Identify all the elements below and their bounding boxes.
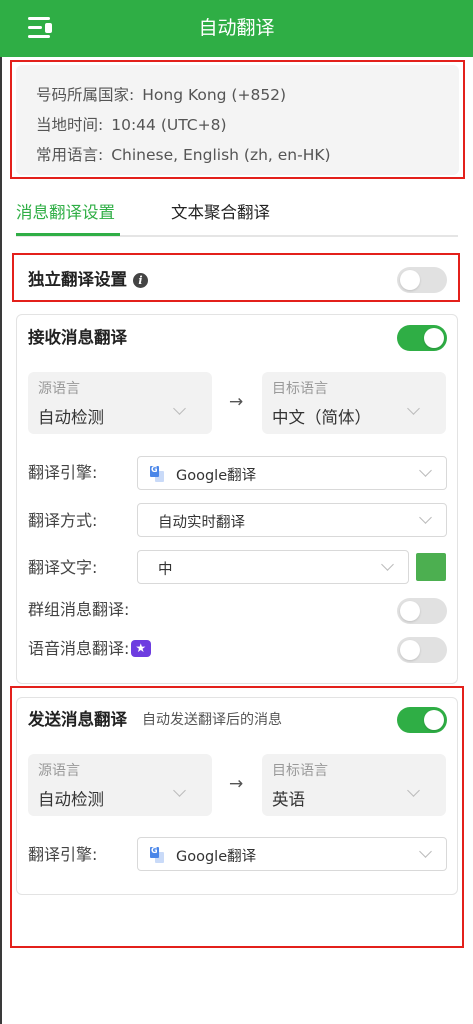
source-language-value: 自动检测 bbox=[38, 790, 104, 809]
language-value: Chinese, English (zh, en-HK) bbox=[111, 146, 331, 164]
arrow-right-icon: → bbox=[229, 774, 244, 794]
send-source-language-select[interactable]: 源语言 自动检测 bbox=[28, 754, 212, 816]
source-language-value: 自动检测 bbox=[38, 408, 104, 427]
receive-translation-title: 接收消息翻译 bbox=[28, 328, 127, 347]
translation-mode-label: 翻译方式: bbox=[28, 511, 98, 530]
arrow-right-icon: → bbox=[229, 392, 244, 412]
voice-message-translation-toggle[interactable] bbox=[397, 637, 447, 663]
language-label: 常用语言: bbox=[36, 146, 104, 164]
translation-text-select[interactable]: 中 bbox=[137, 550, 409, 584]
app-header: 自动翻译 bbox=[0, 0, 473, 57]
language-row: 常用语言: Chinese, English (zh, en-HK) bbox=[36, 144, 331, 166]
receive-source-language-select[interactable]: 源语言 自动检测 bbox=[28, 372, 212, 434]
text-color-swatch[interactable] bbox=[416, 553, 446, 581]
group-message-translation-toggle[interactable] bbox=[397, 598, 447, 624]
google-translate-icon bbox=[150, 846, 164, 863]
receive-translation-toggle[interactable] bbox=[397, 325, 447, 351]
translation-mode-value: 自动实时翻译 bbox=[158, 515, 245, 531]
receive-engine-value: Google翻译 bbox=[176, 468, 257, 484]
translation-text-value: 中 bbox=[158, 562, 173, 578]
send-engine-label: 翻译引擎: bbox=[28, 845, 98, 864]
send-engine-select[interactable]: Google翻译 bbox=[137, 837, 447, 871]
translation-text-label: 翻译文字: bbox=[28, 558, 98, 577]
target-language-caption: 目标语言 bbox=[272, 381, 328, 397]
source-language-caption: 源语言 bbox=[38, 763, 80, 779]
receive-engine-select[interactable]: Google翻译 bbox=[137, 456, 447, 490]
country-row: 号码所属国家: Hong Kong (+852) bbox=[36, 84, 286, 106]
send-target-language-select[interactable]: 目标语言 英语 bbox=[262, 754, 446, 816]
group-message-translation-label: 群组消息翻译: bbox=[28, 600, 130, 619]
local-time-row: 当地时间: 10:44 (UTC+8) bbox=[36, 114, 227, 136]
active-tab-indicator bbox=[16, 233, 120, 236]
window-edge bbox=[0, 0, 2, 1024]
tab-bar: 消息翻译设置 文本聚合翻译 bbox=[16, 197, 458, 237]
independent-settings-title: 独立翻译设置 i bbox=[28, 268, 148, 292]
page-title: 自动翻译 bbox=[198, 17, 275, 39]
target-language-value: 英语 bbox=[272, 790, 305, 809]
tab-text-aggregate-translation[interactable]: 文本聚合翻译 bbox=[171, 201, 270, 225]
receive-engine-label: 翻译引擎: bbox=[28, 463, 98, 482]
translation-mode-select[interactable]: 自动实时翻译 bbox=[137, 503, 447, 537]
chevron-down-icon bbox=[419, 845, 432, 858]
chevron-down-icon bbox=[173, 784, 186, 797]
chevron-down-icon bbox=[407, 784, 420, 797]
chevron-down-icon bbox=[407, 402, 420, 415]
local-time-label: 当地时间: bbox=[36, 116, 104, 134]
voice-message-translation-row: 语音消息翻译: bbox=[28, 638, 152, 660]
local-time-value: 10:44 (UTC+8) bbox=[111, 116, 227, 134]
voice-message-translation-label: 语音消息翻译: bbox=[28, 639, 130, 658]
send-translation-toggle[interactable] bbox=[397, 707, 447, 733]
send-translation-subtitle: 自动发送翻译后的消息 bbox=[142, 712, 282, 728]
chevron-down-icon bbox=[419, 511, 432, 524]
country-value: Hong Kong (+852) bbox=[142, 86, 287, 104]
receive-target-language-select[interactable]: 目标语言 中文（简体） bbox=[262, 372, 446, 434]
send-engine-value: Google翻译 bbox=[176, 849, 257, 865]
independent-settings-toggle[interactable] bbox=[397, 267, 447, 293]
target-language-caption: 目标语言 bbox=[272, 763, 328, 779]
country-label: 号码所属国家: bbox=[36, 86, 135, 104]
info-icon[interactable]: i bbox=[133, 273, 148, 288]
premium-star-icon bbox=[131, 640, 152, 657]
target-language-value: 中文（简体） bbox=[272, 408, 371, 427]
send-translation-title: 发送消息翻译 bbox=[28, 710, 127, 729]
chevron-down-icon bbox=[419, 464, 432, 477]
chevron-down-icon bbox=[381, 558, 394, 571]
receive-translation-card bbox=[16, 314, 458, 684]
chevron-down-icon bbox=[173, 402, 186, 415]
tab-message-translation-settings[interactable]: 消息翻译设置 bbox=[16, 201, 115, 225]
contact-info-card: 号码所属国家: Hong Kong (+852) 当地时间: 10:44 (UTC+… bbox=[16, 65, 459, 175]
google-translate-icon bbox=[150, 465, 164, 482]
independent-settings-label: 独立翻译设置 bbox=[28, 270, 127, 289]
source-language-caption: 源语言 bbox=[38, 381, 80, 397]
